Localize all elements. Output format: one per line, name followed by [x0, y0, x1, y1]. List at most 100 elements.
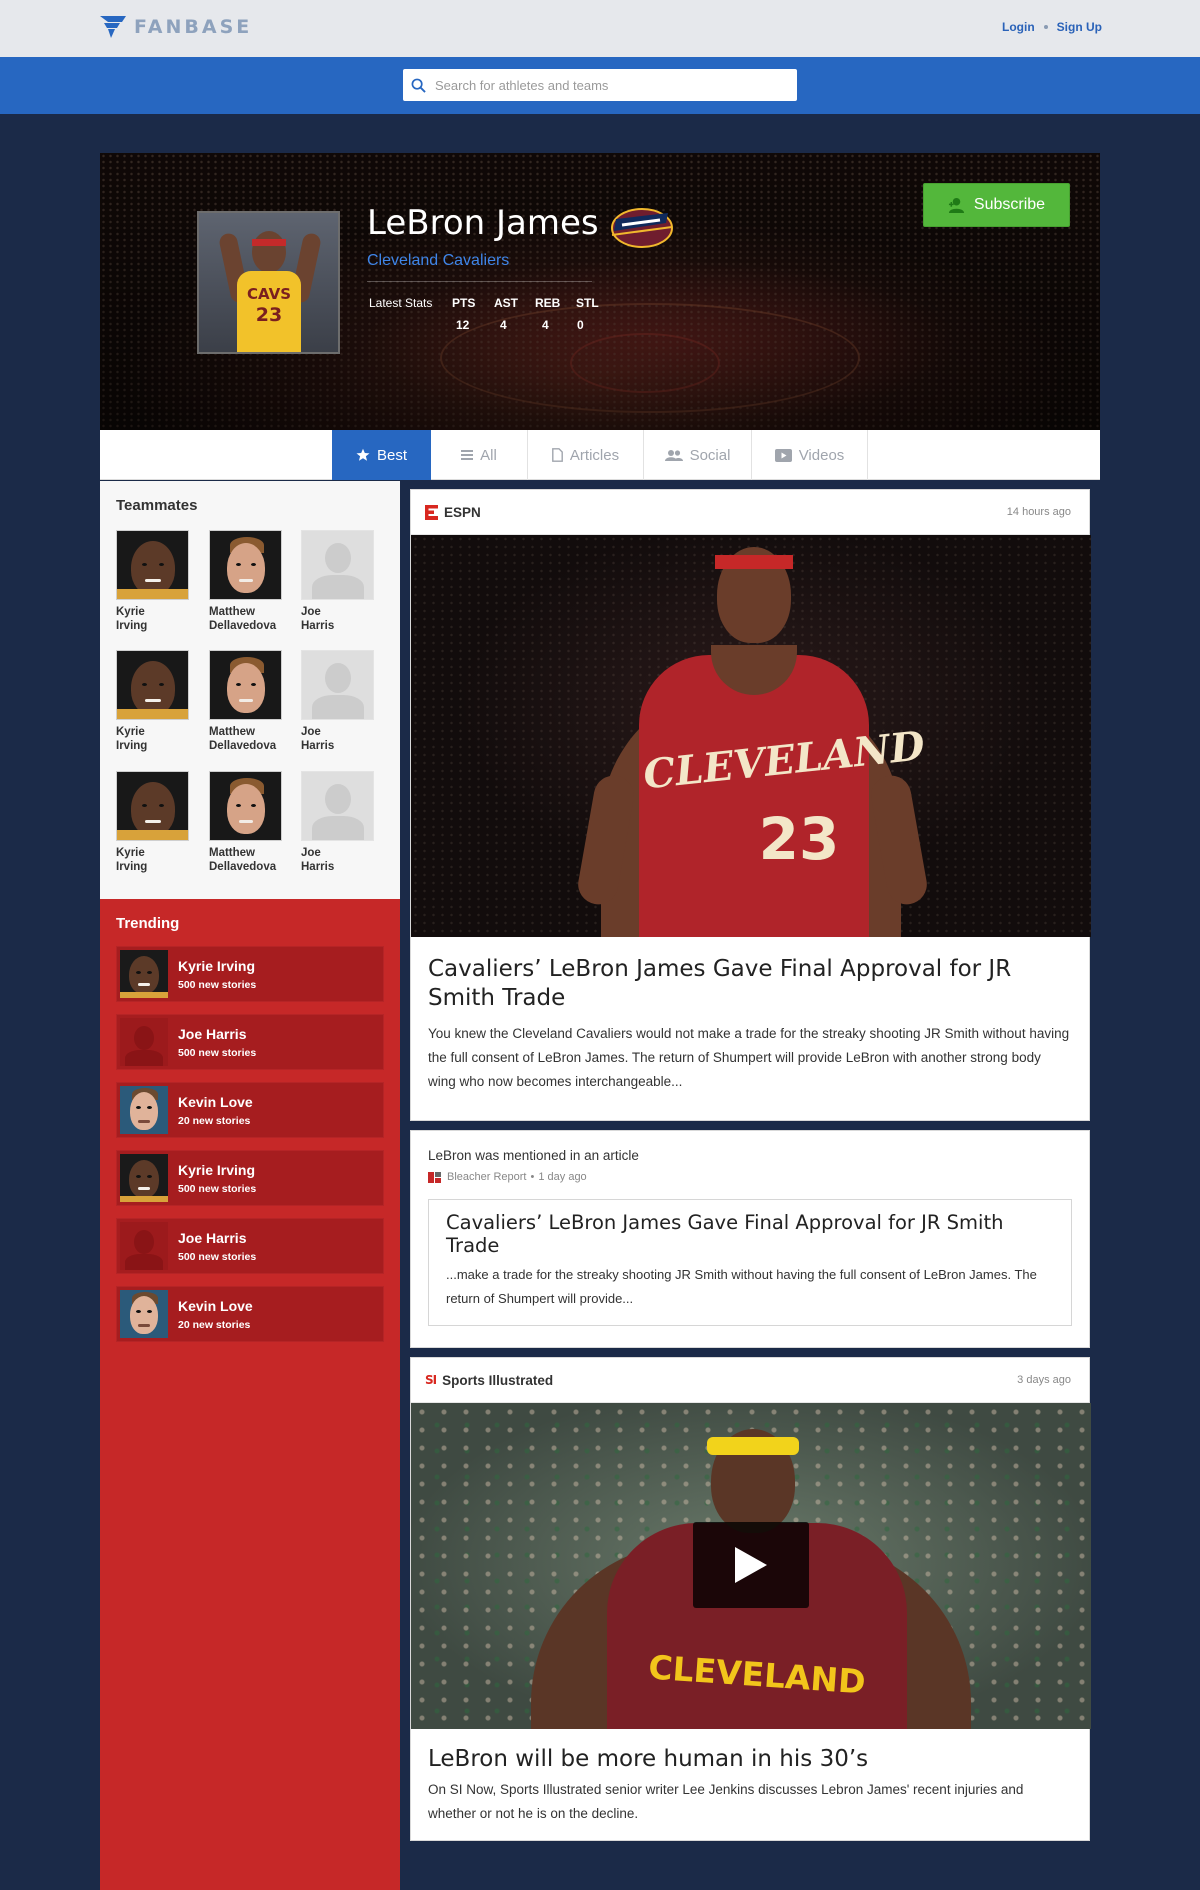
trending-name: Kevin Love — [178, 1297, 253, 1314]
tab-articles-label: Articles — [569, 446, 620, 464]
teammate-last-name: Dellavedova — [209, 620, 277, 632]
face-drawing — [130, 661, 175, 715]
fanbase-logo[interactable]: FANBASE — [100, 16, 252, 38]
search-box[interactable] — [403, 69, 797, 101]
teammates-panel: Teammates Kyrie Irving Matthew Dellavedo… — [100, 481, 400, 899]
trending-item[interactable]: Kyrie Irving 500 new stories — [116, 946, 384, 1002]
teammate-last-name: Harris — [301, 620, 335, 632]
trending-title: Trending — [116, 915, 180, 932]
mention-quote[interactable]: Cavaliers’ LeBron James Gave Final Appro… — [428, 1199, 1072, 1326]
face-drawing — [226, 543, 265, 593]
trending-count: 500 new stories — [178, 1250, 257, 1263]
trending-photo-placeholder — [120, 1018, 168, 1066]
video-time: 3 days ago — [1017, 1374, 1071, 1386]
trending-photo — [120, 1154, 168, 1202]
teammate-card[interactable]: Kyrie Irving — [116, 650, 191, 753]
tab-social[interactable]: Social — [644, 430, 752, 480]
feed-tabs: Best All Articles Social Videos — [332, 430, 868, 480]
trending-photo — [120, 950, 168, 998]
teammate-first-name: Joe — [301, 847, 321, 859]
teammate-first-name: Kyrie — [116, 847, 145, 859]
story-headline[interactable]: Cavaliers’ LeBron James Gave Final Appro… — [428, 955, 1072, 1013]
bleacher-report-icon — [428, 1171, 441, 1183]
portrait-headband — [252, 239, 286, 246]
auth-links: Login Sign Up — [1002, 20, 1102, 34]
trending-name: Kevin Love — [178, 1093, 253, 1110]
teammate-card[interactable]: Kyrie Irving — [116, 530, 191, 633]
teammate-photo — [209, 771, 282, 841]
espn-icon — [425, 504, 438, 520]
video-thumbnail[interactable]: CLEVELAND — [411, 1403, 1091, 1729]
trending-count: 20 new stories — [178, 1318, 251, 1331]
teammate-card[interactable]: Kyrie Irving — [116, 771, 191, 874]
mention-card[interactable]: LeBron was mentioned in an article Bleac… — [410, 1130, 1090, 1348]
trending-item[interactable]: Kevin Love 20 new stories — [116, 1082, 384, 1138]
document-icon — [552, 448, 563, 462]
stats-label: Latest Stats — [369, 296, 433, 310]
tab-articles[interactable]: Articles — [528, 430, 644, 480]
trending-name: Joe Harris — [178, 1025, 247, 1042]
tab-best[interactable]: Best — [332, 430, 431, 480]
teammate-card[interactable]: Matthew Dellavedova — [209, 530, 284, 633]
player-portrait: CAVS 23 — [197, 211, 340, 354]
video-source: Sports Illustrated — [442, 1372, 554, 1388]
video-card[interactable]: SI Sports Illustrated 3 days ago CLEVELA… — [410, 1357, 1091, 1841]
tab-all[interactable]: All — [431, 430, 528, 480]
teammate-last-name: Irving — [116, 620, 148, 632]
star-icon — [356, 448, 370, 461]
teammate-first-name: Matthew — [209, 847, 255, 859]
teammate-photo-placeholder — [301, 530, 374, 600]
tab-videos[interactable]: Videos — [752, 430, 868, 480]
trending-item[interactable]: Joe Harris 500 new stories — [116, 1218, 384, 1274]
trending-count: 500 new stories — [178, 1182, 257, 1195]
video-icon — [774, 448, 792, 462]
stat-stl-label: STL — [576, 296, 599, 310]
team-link[interactable]: Cleveland Cavaliers — [367, 252, 509, 270]
search-input[interactable] — [435, 77, 775, 93]
teammates-title: Teammates — [116, 497, 198, 514]
trending-photo — [120, 1086, 168, 1134]
teammate-first-name: Joe — [301, 726, 321, 738]
story-source: ESPN — [444, 504, 481, 520]
search-band — [0, 57, 1200, 114]
subscribe-label: Subscribe — [973, 196, 1046, 213]
signup-link[interactable]: Sign Up — [1057, 20, 1102, 34]
trending-item[interactable]: Kevin Love 20 new stories — [116, 1286, 384, 1342]
portrait-jersey: CAVS 23 — [237, 271, 301, 352]
teammate-photo — [209, 530, 282, 600]
story-card-header: ESPN 14 hours ago — [411, 490, 1089, 535]
trending-photo — [120, 1290, 168, 1338]
teammate-last-name: Dellavedova — [209, 861, 277, 873]
teammate-first-name: Joe — [301, 606, 321, 618]
video-headline[interactable]: LeBron will be more human in his 30’s — [428, 1745, 1072, 1774]
trending-item[interactable]: Kyrie Irving 500 new stories — [116, 1150, 384, 1206]
face-drawing — [226, 784, 265, 834]
stat-pts-label: PTS — [452, 296, 476, 310]
mention-time: 1 day ago — [538, 1171, 587, 1183]
teammate-last-name: Irving — [116, 740, 148, 752]
teammate-photo — [209, 650, 282, 720]
trending-name: Kyrie Irving — [178, 1161, 256, 1178]
profile-hero: CAVS 23 LeBron James Cleveland Cavaliers… — [100, 153, 1100, 430]
stat-ast-value: 4 — [500, 318, 507, 332]
trending-name: Joe Harris — [178, 1229, 247, 1246]
teammate-card[interactable]: Joe Harris — [301, 771, 376, 874]
teammate-card[interactable]: Joe Harris — [301, 530, 376, 633]
mention-source[interactable]: Bleacher Report — [447, 1171, 527, 1183]
login-link[interactable]: Login — [1002, 20, 1035, 34]
teammate-last-name: Harris — [301, 740, 335, 752]
tab-best-label: Best — [376, 446, 407, 464]
story-card[interactable]: ESPN 14 hours ago CLEVELAND 23 Cavaliers… — [410, 489, 1091, 1121]
story-excerpt: You knew the Cleveland Cavaliers would n… — [428, 1026, 1070, 1089]
trending-count: 20 new stories — [178, 1114, 251, 1127]
stat-ast-label: AST — [494, 296, 518, 310]
trending-count: 500 new stories — [178, 1046, 257, 1059]
stats-divider — [367, 281, 592, 282]
teammate-first-name: Kyrie — [116, 726, 145, 738]
teammate-card[interactable]: Matthew Dellavedova — [209, 650, 284, 753]
trending-item[interactable]: Joe Harris 500 new stories — [116, 1014, 384, 1070]
play-button[interactable] — [693, 1522, 809, 1608]
subscribe-button[interactable]: Subscribe — [923, 183, 1070, 227]
teammate-card[interactable]: Joe Harris — [301, 650, 376, 753]
teammate-card[interactable]: Matthew Dellavedova — [209, 771, 284, 874]
